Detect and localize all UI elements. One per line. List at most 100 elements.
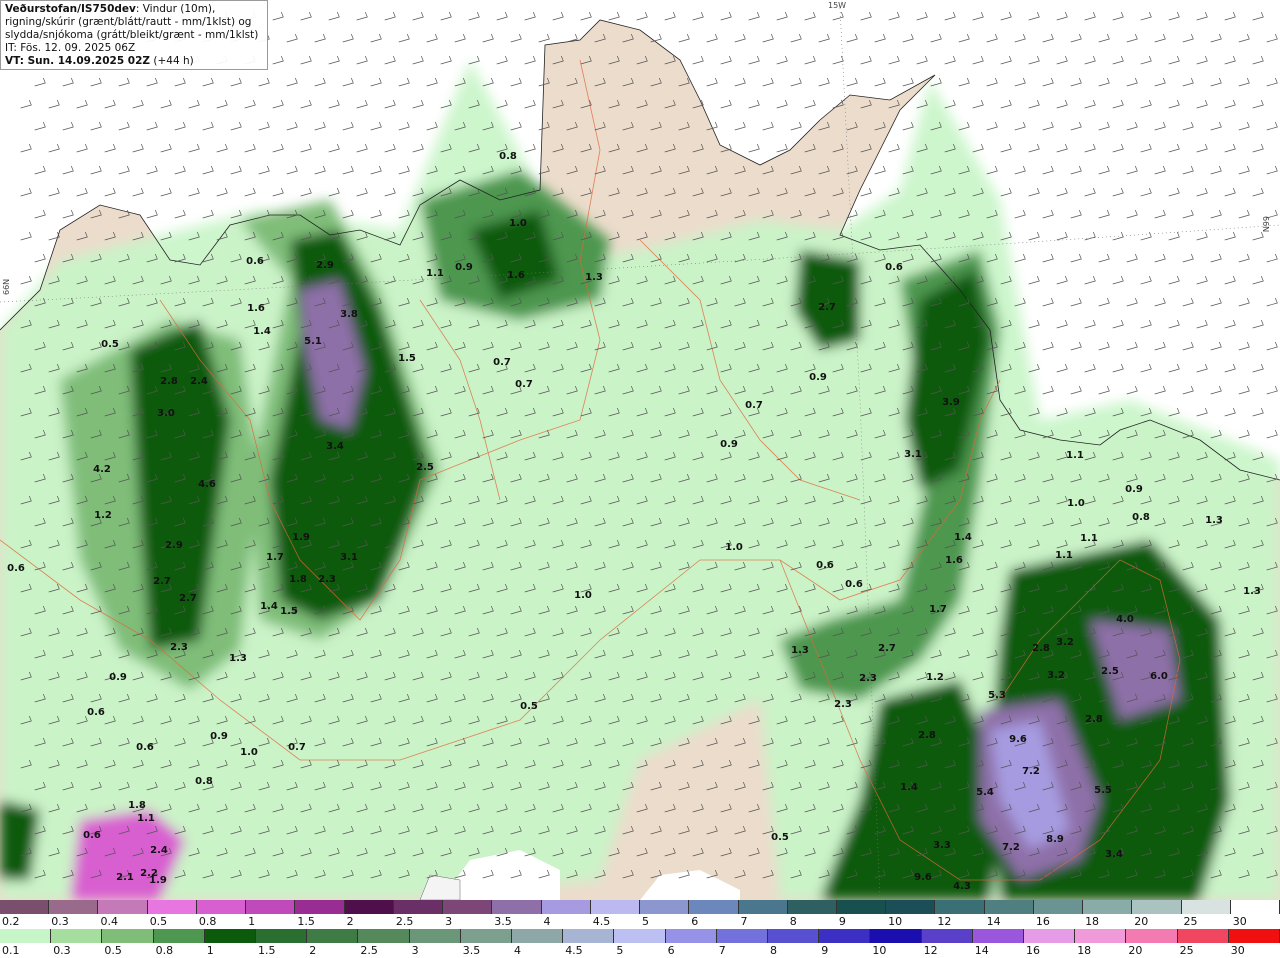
legend-swatch xyxy=(1083,900,1133,914)
legend-label: 3.5 xyxy=(494,915,512,928)
legend-swatch xyxy=(0,929,52,943)
legend-label: 0.1 xyxy=(2,944,20,957)
legend-swatch xyxy=(886,900,936,914)
rain-legend-labels: 0.1 0.3 0.5 0.8 1 1.5 2 2.5 3 3.5 4 4.5 5 6 7 8 9 10 12 14 1… xyxy=(0,943,1280,958)
precip-label: 0.6 xyxy=(816,560,834,571)
desc-line-3: slydda/snjókoma (grátt/bleikt/grænt - mm… xyxy=(5,29,259,41)
precip-label: 1.9 xyxy=(292,532,310,543)
precip-label: 5.3 xyxy=(988,690,1006,701)
legend-label: 0.5 xyxy=(149,915,168,928)
precip-label: 6.0 xyxy=(1150,671,1168,682)
legend-swatch xyxy=(1230,900,1280,914)
legend-label: 1 xyxy=(248,915,256,928)
legend-swatch xyxy=(614,929,666,943)
legend-label: 7 xyxy=(740,915,748,928)
legend-label: 0.8 xyxy=(198,915,217,928)
legend-swatch xyxy=(295,900,345,914)
info-box: Veðurstofan/IS750dev: Vindur (10m), rign… xyxy=(0,0,268,70)
legend-swatch xyxy=(1075,929,1127,943)
precip-label: 1.3 xyxy=(1243,586,1261,597)
legend-label: 4.5 xyxy=(592,915,611,928)
precip-label: 4.0 xyxy=(1116,614,1134,625)
legend-label: 0.8 xyxy=(155,944,174,957)
precip-label: 0.8 xyxy=(499,151,517,162)
precip-label: 0.9 xyxy=(210,731,228,742)
legend-label: 1.5 xyxy=(297,915,315,928)
legend-swatch xyxy=(563,929,615,943)
legend-swatch xyxy=(1126,929,1178,943)
legend-label: 18 xyxy=(1077,944,1092,957)
legend-swatch xyxy=(49,900,99,914)
precip-label: 8.9 xyxy=(1046,834,1064,845)
weather-map: 0.8 1.0 1.1 0.9 1.6 1.3 0.6 2.9 1.6 1.4 5.1 3.8 1.5 0… xyxy=(0,0,1280,900)
legend-swatch xyxy=(738,900,788,914)
legend-label: 20 xyxy=(1134,915,1149,928)
legend-label: 30 xyxy=(1232,915,1247,928)
legend-swatch xyxy=(972,929,1025,943)
legend-label: 5 xyxy=(642,915,649,928)
legend-swatch xyxy=(0,900,50,914)
model-title: Veðurstofan/IS750dev xyxy=(5,3,136,15)
precip-label: 0.9 xyxy=(109,672,127,683)
precip-label: 0.9 xyxy=(1125,484,1143,495)
legend-label: 5 xyxy=(616,944,624,957)
precip-label: 1.2 xyxy=(94,510,112,521)
precip-label: 1.4 xyxy=(260,601,278,612)
precip-label: 4.2 xyxy=(93,464,111,475)
precip-label: 3.0 xyxy=(157,408,175,419)
legend-swatch xyxy=(443,900,493,914)
legend-swatch xyxy=(1177,929,1229,943)
legend-label: 0.2 xyxy=(2,915,20,928)
valid-time-line: VT: Sun. 14.09.2025 02Z (+44 h) xyxy=(5,55,263,68)
legend-label: 3.5 xyxy=(462,944,481,957)
precip-label: 1.3 xyxy=(229,653,247,664)
precip-label: 1.4 xyxy=(253,326,271,337)
legend-label: 8 xyxy=(770,944,777,957)
legend-label: 16 xyxy=(1035,915,1050,928)
precip-label: 1.8 xyxy=(128,800,146,811)
precip-label: 1.2 xyxy=(926,672,944,683)
precip-label: 0.7 xyxy=(515,379,533,390)
precip-label: 0.6 xyxy=(87,707,105,718)
precip-label: 1.6 xyxy=(945,555,963,566)
precip-label: 1.1 xyxy=(426,268,444,279)
legend-label: 1.5 xyxy=(258,944,276,957)
legend-swatch xyxy=(921,929,973,943)
precip-label: 1.5 xyxy=(398,353,416,364)
legend-swatch xyxy=(836,900,887,914)
precip-label: 0.6 xyxy=(845,579,863,590)
legend-label: 25 xyxy=(1179,944,1194,957)
legend-swatch xyxy=(492,900,542,914)
precip-label: 1.3 xyxy=(791,645,809,656)
precip-label: 3.4 xyxy=(1105,849,1123,860)
legend-label: 6 xyxy=(691,915,699,928)
precip-label: 2.5 xyxy=(1101,666,1119,677)
precip-label: 5.5 xyxy=(1094,785,1112,796)
precip-label: 1.1 xyxy=(1066,450,1084,461)
precip-label: 1.4 xyxy=(954,532,972,543)
precip-label: 1.5 xyxy=(280,606,298,617)
precip-label: 0.6 xyxy=(7,563,25,574)
legend-label: 9 xyxy=(838,915,846,928)
legend-swatch xyxy=(246,900,296,914)
legend-label: 2 xyxy=(346,915,354,928)
legend-label: 10 xyxy=(872,944,887,957)
precip-label: 0.6 xyxy=(83,830,101,841)
precip-label: 2.8 xyxy=(1032,643,1050,654)
precip-label: 1.0 xyxy=(240,747,258,758)
precip-label: 0.7 xyxy=(493,357,511,368)
desc-line-1: : Vindur (10m), xyxy=(135,3,216,15)
legend-label: 0.5 xyxy=(104,944,122,957)
precip-label: 3.1 xyxy=(340,552,358,563)
legend-label: 7 xyxy=(718,944,726,957)
precip-label: 2.7 xyxy=(153,576,171,587)
legend-swatch xyxy=(409,929,461,943)
precip-label: 3.2 xyxy=(1056,637,1074,648)
precip-label: 1.7 xyxy=(266,552,284,563)
legend-swatch xyxy=(689,900,739,914)
legend-label: 2.5 xyxy=(395,915,414,928)
valid-time: VT: Sun. 14.09.2025 02Z xyxy=(5,55,151,67)
legend-swatch xyxy=(870,929,922,943)
legend-swatch xyxy=(460,929,513,943)
legend-label: 2.5 xyxy=(360,944,378,957)
